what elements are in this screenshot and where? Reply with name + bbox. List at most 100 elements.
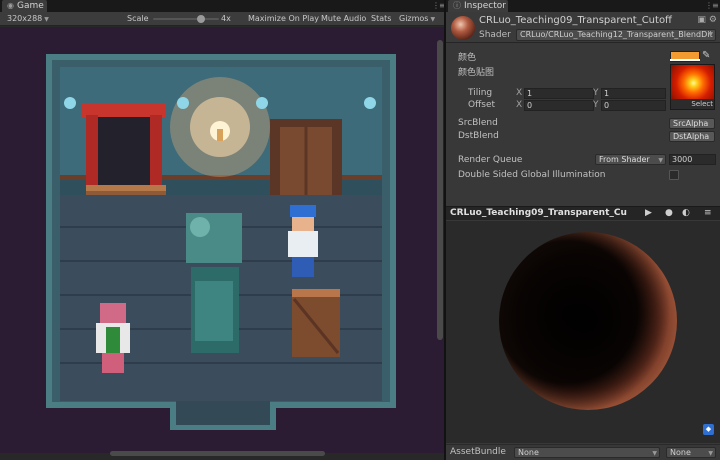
shader-label: Shader (479, 30, 511, 40)
assetbundle-variant-dropdown[interactable]: None ▼ (666, 447, 716, 458)
chevron-down-icon: ▼ (708, 450, 713, 457)
preview-sphere (499, 232, 677, 410)
gizmos-label: Gizmos (399, 14, 429, 23)
preview-title: CRLuo_Teaching09_Transparent_Cu (450, 208, 627, 218)
src-blend-label: SrcBlend (458, 118, 498, 128)
texture-select-button[interactable]: Select (671, 99, 714, 109)
stats-toggle[interactable]: Stats (371, 12, 391, 26)
scale-value: 4x (221, 14, 231, 23)
texture-slot[interactable]: Select (670, 64, 715, 110)
dst-blend-dropdown[interactable]: DstAlpha (669, 131, 715, 142)
play-icon[interactable]: ▶ (645, 208, 652, 218)
chevron-down-icon: ▼ (658, 157, 663, 164)
offset-y-axis: Y (593, 100, 599, 110)
statue-detail (190, 217, 210, 237)
horizontal-scrollbar[interactable] (110, 451, 325, 456)
scale-slider[interactable] (153, 18, 219, 20)
resolution-value: 320x288 (7, 14, 43, 23)
render-queue-mode-dropdown[interactable]: From Shader ▼ (595, 154, 666, 165)
preview-menu-icon[interactable]: ≡ (704, 208, 712, 218)
chevron-down-icon: ▼ (708, 31, 713, 38)
info-icon: ⓘ (453, 1, 461, 10)
game-scene (46, 54, 396, 430)
resolution-dropdown[interactable]: 320x288 ▼ (7, 12, 49, 26)
dungeon-exit-floor (176, 397, 270, 425)
material-preview[interactable]: ◆ (446, 221, 720, 443)
chevron-down-icon: ▼ (652, 450, 657, 457)
texture-thumbnail (671, 65, 714, 101)
offset-x-axis: X (516, 100, 523, 110)
panel-menu-icon[interactable]: ⋮≡ (705, 1, 719, 10)
game-controller-icon: ◉ (7, 1, 14, 10)
chevron-down-icon: ▼ (430, 16, 436, 23)
dst-blend-label: DstBlend (458, 131, 499, 141)
vertical-scrollbar[interactable] (437, 40, 443, 340)
preview-toolbar: CRLuo_Teaching09_Transparent_Cu ▶ ● ◐ ≡ (446, 206, 720, 220)
assetbundle-value: None (518, 448, 539, 457)
stall-curtain-right (150, 115, 162, 195)
alpha-bar (670, 59, 700, 61)
render-queue-label: Render Queue (458, 155, 523, 165)
offset-label: Offset (468, 100, 496, 110)
tab-inspector-label: Inspector (464, 1, 506, 11)
render-queue-field[interactable]: 3000 (669, 154, 716, 165)
game-viewport[interactable] (0, 27, 445, 453)
shader-value: CRLuo/CRLuo_Teaching12_Transparent_Blend… (520, 30, 713, 39)
assetbundle-variant-value: None (670, 448, 691, 457)
texture-label: 颜色贴图 (458, 68, 495, 78)
header-icons: ▣ ⚙ (697, 15, 717, 25)
tiling-y-field[interactable]: 1 (601, 88, 666, 99)
npc-head (100, 303, 126, 323)
tab-game[interactable]: ◉ Game (2, 0, 47, 12)
npc-legs (102, 353, 124, 373)
player-face (292, 217, 314, 231)
settings-icon[interactable]: ⚙ (709, 15, 717, 25)
wall-orb (256, 97, 268, 109)
gizmos-dropdown[interactable]: Gizmos ▼ (399, 12, 435, 26)
panel-menu-icon[interactable]: ⋮≡ (432, 1, 446, 10)
color-label: 颜色 (458, 53, 477, 63)
maximize-on-play-toggle[interactable]: Maximize On Play (248, 12, 319, 26)
assetbundle-bar: AssetBundle None ▼ None ▼ (446, 444, 720, 460)
candle (217, 129, 223, 141)
wall-orb (364, 97, 376, 109)
stall-counter-top (86, 185, 166, 191)
assetbundle-dropdown[interactable]: None ▼ (514, 447, 660, 458)
material-name: CRLuo_Teaching09_Transparent_Cutoff (479, 15, 672, 26)
double-sided-gi-checkbox[interactable] (669, 170, 679, 180)
wall-orb (64, 97, 76, 109)
scale-label: Scale (127, 14, 149, 23)
assetbundle-label: AssetBundle (450, 447, 506, 457)
src-blend-dropdown[interactable]: SrcAlpha (669, 118, 715, 129)
tiling-x-field[interactable]: 1 (524, 88, 594, 99)
tab-game-label: Game (16, 1, 44, 11)
book-icon[interactable]: ▣ (697, 15, 706, 25)
player-body (288, 231, 318, 257)
scale-slider-thumb[interactable] (196, 15, 205, 23)
tiling-y-axis: Y (593, 88, 599, 98)
tab-inspector[interactable]: ⓘ Inspector (448, 0, 508, 12)
game-toolbar: 320x288 ▼ Scale 4x Maximize On Play Mute … (0, 12, 445, 26)
render-queue-mode: From Shader (599, 155, 650, 164)
chevron-down-icon: ▼ (44, 16, 49, 23)
material-sphere-icon (451, 16, 475, 40)
crate-top (292, 289, 340, 297)
sphere-mesh-icon[interactable]: ● (665, 208, 673, 218)
lights-icon[interactable]: ◐ (682, 208, 690, 218)
stall-curtain-left (86, 115, 98, 195)
player-legs (292, 257, 314, 277)
mute-audio-toggle[interactable]: Mute Audio (321, 12, 366, 26)
offset-y-field[interactable]: 0 (601, 100, 666, 111)
eyedropper-icon[interactable]: ✎ (702, 50, 710, 61)
assetbundle-tag-icon[interactable]: ◆ (703, 424, 714, 435)
wall-orb (177, 97, 189, 109)
inspector-tabbar: ⓘ Inspector ⋮≡ (446, 0, 720, 12)
inspector-panel: ⓘ Inspector ⋮≡ CRLuo_Teaching09_Transpar… (446, 0, 720, 460)
stall-canopy (82, 103, 166, 117)
shader-dropdown[interactable]: CRLuo/CRLuo_Teaching12_Transparent_Blend… (516, 29, 716, 41)
material-header: CRLuo_Teaching09_Transparent_Cutoff ▣ ⚙ … (446, 12, 720, 43)
pedestal-front (195, 281, 233, 341)
player-cap (290, 205, 316, 217)
offset-x-field[interactable]: 0 (524, 100, 594, 111)
tiling-x-axis: X (516, 88, 523, 98)
